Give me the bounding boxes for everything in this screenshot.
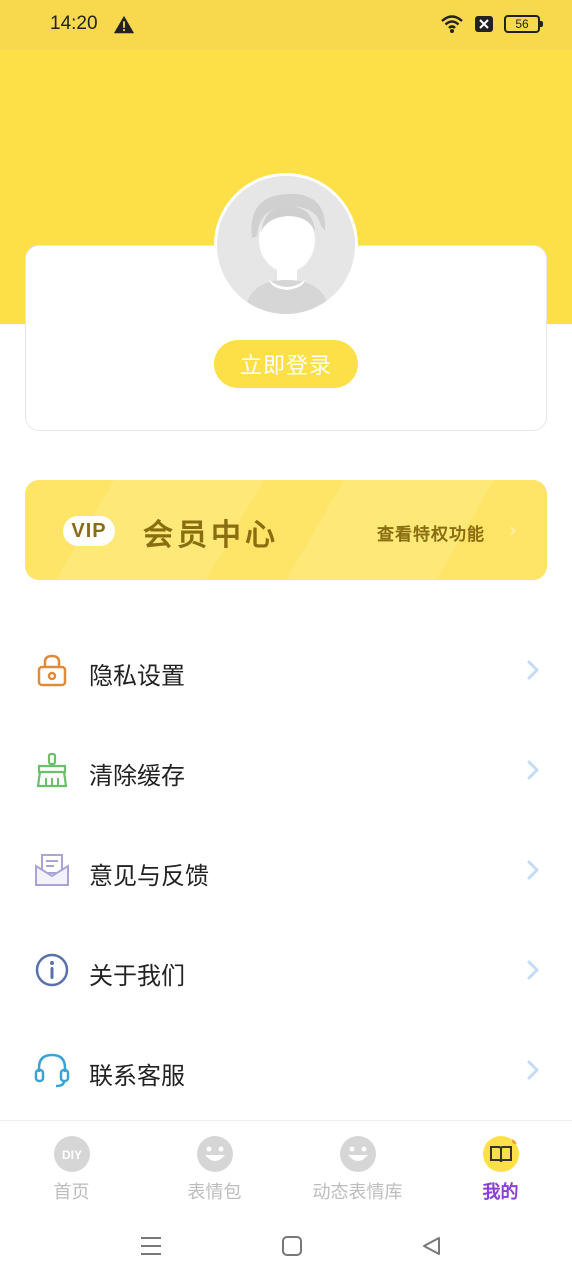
chevron-right-icon — [527, 660, 540, 680]
login-button[interactable]: 立即登录 — [214, 340, 358, 388]
default-avatar-icon — [217, 176, 355, 314]
bottom-tab-bar: DIY 首页 表情包 动态表情库 我的 — [0, 1120, 572, 1215]
status-right: 56 — [440, 14, 543, 34]
menu-label: 隐私设置 — [89, 662, 185, 690]
tab-label: 表情包 — [187, 1182, 242, 1203]
tab-label: 动态表情库 — [312, 1182, 403, 1203]
vip-privileges-link[interactable]: 查看特权功能 — [377, 520, 485, 545]
book-icon — [482, 1136, 519, 1172]
tab-home[interactable]: DIY 首页 — [0, 1121, 143, 1216]
menu-item-clear-cache[interactable]: 清除缓存 — [0, 720, 572, 820]
tab-animated-stickers[interactable]: 动态表情库 — [286, 1121, 429, 1216]
vip-banner[interactable]: VIP 会员中心 查看特权功能 › — [25, 480, 547, 580]
chevron-right-icon — [527, 760, 540, 780]
back-triangle-icon[interactable] — [420, 1235, 442, 1257]
tab-mine[interactable]: 我的 — [429, 1121, 572, 1216]
no-sim-icon — [475, 16, 493, 32]
menu-label: 清除缓存 — [89, 762, 185, 790]
home-square-icon[interactable] — [281, 1235, 303, 1257]
vip-title: 会员中心 — [143, 518, 279, 553]
tab-stickers[interactable]: 表情包 — [143, 1121, 286, 1216]
menu-item-about[interactable]: 关于我们 — [0, 920, 572, 1020]
smile-icon — [196, 1136, 233, 1172]
system-nav-bar — [0, 1215, 572, 1280]
menu-item-feedback[interactable]: 意见与反馈 — [0, 820, 572, 920]
chevron-right-icon — [527, 960, 540, 980]
wifi-icon — [441, 15, 463, 33]
svg-text:DIY: DIY — [61, 1148, 81, 1162]
headset-icon — [34, 1053, 70, 1088]
menu-label: 关于我们 — [89, 962, 185, 990]
vip-badge: VIP — [63, 516, 115, 546]
chevron-right-icon — [527, 1060, 540, 1080]
diy-icon: DIY — [53, 1136, 90, 1172]
chevron-right-icon: › — [509, 518, 517, 542]
lock-icon — [37, 654, 67, 687]
info-icon — [35, 953, 69, 987]
broom-icon — [36, 752, 68, 788]
menu-item-customer-service[interactable]: 联系客服 — [0, 1020, 572, 1120]
menu-label: 意见与反馈 — [89, 862, 209, 890]
battery-icon: 56 — [504, 15, 543, 33]
smile-icon — [339, 1136, 376, 1172]
settings-menu: 隐私设置 清除缓存 意见与反馈 关于我们 联系客服 — [0, 620, 572, 1120]
chevron-right-icon — [527, 860, 540, 880]
status-time: 14:20 — [50, 13, 98, 34]
mail-icon — [35, 854, 69, 886]
menu-icon[interactable] — [140, 1235, 162, 1257]
status-bar: 14:20 56 — [0, 0, 572, 50]
tab-label: 我的 — [482, 1182, 519, 1203]
menu-label: 联系客服 — [89, 1062, 185, 1090]
warning-icon — [113, 15, 135, 34]
menu-item-privacy[interactable]: 隐私设置 — [0, 620, 572, 720]
avatar[interactable] — [214, 173, 358, 317]
tab-label: 首页 — [53, 1182, 90, 1203]
